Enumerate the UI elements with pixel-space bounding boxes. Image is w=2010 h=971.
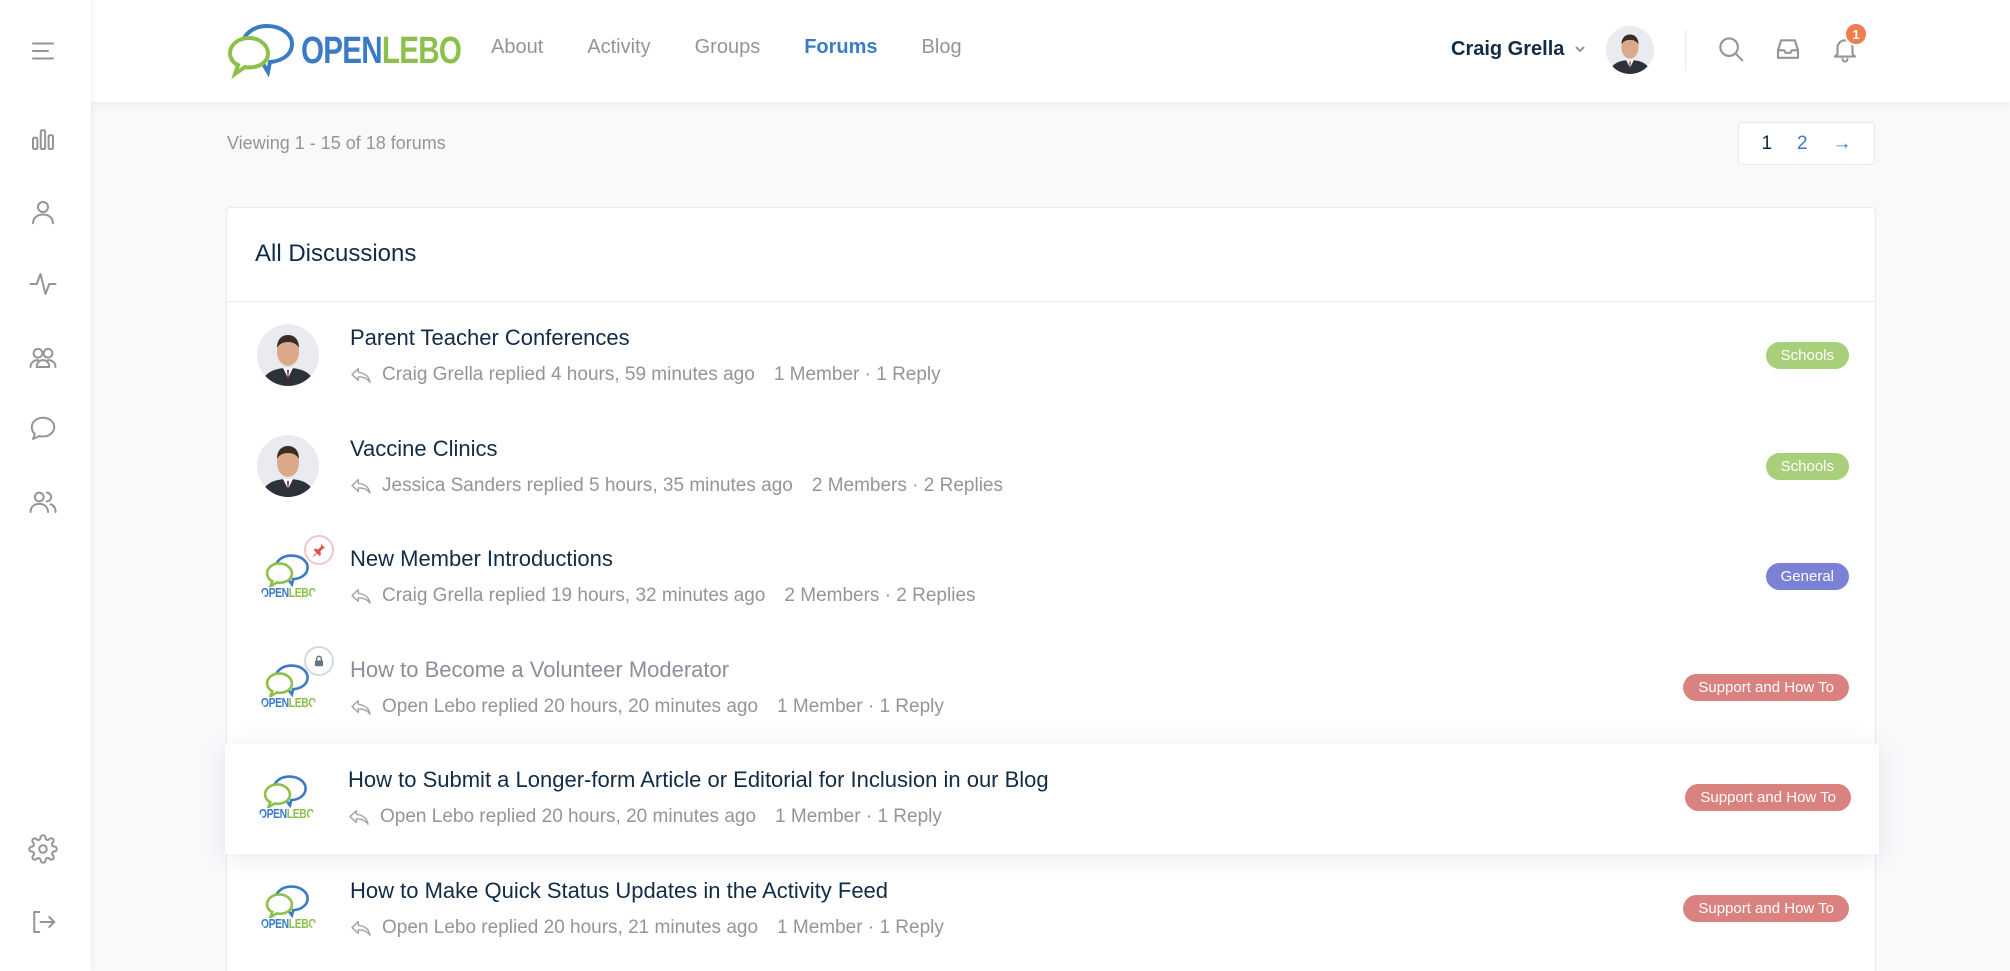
header-divider — [1685, 30, 1686, 70]
stats-icon[interactable] — [27, 123, 59, 155]
forum-tag[interactable]: Support and How To — [1683, 673, 1849, 701]
menu-icon[interactable] — [27, 35, 59, 67]
reply-icon — [350, 366, 372, 384]
nav-groups[interactable]: Groups — [695, 36, 761, 59]
activity-icon[interactable] — [27, 268, 59, 300]
last-reply-text[interactable]: Jessica Sanders replied 5 hours, 35 minu… — [382, 475, 793, 497]
discussion-meta: Craig Grella replied 19 hours, 32 minute… — [350, 585, 976, 607]
left-sidebar — [0, 0, 91, 971]
reply-icon — [350, 587, 372, 605]
groups-icon[interactable] — [27, 341, 59, 373]
discussion-row[interactable]: OPENLEBO How to Submit a Longer-form Arti… — [225, 744, 1879, 854]
reply-icon — [350, 919, 372, 937]
settings-icon[interactable] — [27, 833, 59, 865]
last-reply-text[interactable]: Craig Grella replied 19 hours, 32 minute… — [382, 585, 765, 607]
last-reply-text[interactable]: Open Lebo replied 20 hours, 20 minutes a… — [380, 806, 756, 828]
discussion-title[interactable]: How to Become a Volunteer Moderator — [350, 657, 729, 683]
forum-tag[interactable]: Schools — [1765, 342, 1849, 369]
discussion-row[interactable]: OPENLEBO How to Become a Volunteer Modera… — [227, 634, 1877, 744]
discussion-meta: Open Lebo replied 20 hours, 21 minutes a… — [350, 917, 944, 939]
logo-bubbles-icon — [227, 23, 295, 80]
discussions-card: All Discussions Parent Teacher Conferenc… — [225, 207, 1879, 971]
discussion-meta: Open Lebo replied 20 hours, 20 minutes a… — [350, 696, 944, 718]
discussion-meta: Craig Grella replied 4 hours, 59 minutes… — [350, 364, 941, 386]
lock-icon — [304, 645, 334, 676]
pinned-icon — [304, 535, 334, 565]
page-1: 1 — [1761, 132, 1773, 154]
forum-tag[interactable]: Schools — [1765, 452, 1849, 480]
inbox-icon[interactable] — [1773, 34, 1805, 66]
user-name[interactable]: Craig Grella — [1451, 38, 1564, 61]
nav-blog[interactable]: Blog — [922, 36, 962, 59]
last-reply-text[interactable]: Craig Grella replied 4 hours, 59 minutes… — [382, 364, 755, 386]
discussion-counts: 2 Members · 2 Replies — [811, 474, 1003, 496]
top-header: OPENLEBO About Activity Groups Forums Bl… — [91, 0, 2010, 102]
discussion-counts: 1 Member · 1 Reply — [775, 806, 942, 827]
site-logo[interactable]: OPENLEBO — [227, 22, 506, 80]
pagination: 1 2 → — [1738, 122, 1875, 165]
discussion-counts: 2 Members · 2 Replies — [784, 585, 976, 606]
discussion-avatar[interactable] — [257, 434, 319, 497]
notification-badge: 1 — [1844, 22, 1868, 46]
discussion-meta: Jessica Sanders replied 5 hours, 35 minu… — [350, 475, 1003, 497]
discussion-avatar[interactable] — [257, 324, 319, 386]
main-nav: About Activity Groups Forums Blog — [491, 36, 1006, 59]
discussion-title[interactable]: Vaccine Clinics — [350, 436, 498, 462]
discussion-row[interactable]: Parent Teacher Conferences Craig Grella r… — [227, 302, 1877, 412]
discussion-row[interactable]: OPENLEBO How to Make Quick Status Updates… — [227, 855, 1877, 965]
last-reply-text[interactable]: Open Lebo replied 20 hours, 21 minutes a… — [382, 917, 758, 939]
discussion-row[interactable]: OPENLEBO New Member Introductions Craig Gr… — [227, 523, 1877, 633]
reply-icon — [348, 808, 370, 826]
profile-icon[interactable] — [27, 196, 59, 228]
discussion-title[interactable]: How to Make Quick Status Updates in the … — [350, 878, 888, 904]
nav-activity[interactable]: Activity — [587, 36, 650, 59]
page-2-link[interactable]: 2 — [1797, 133, 1808, 155]
discussion-counts: 1 Member · 1 Reply — [777, 695, 944, 717]
discussion-counts: 1 Member · 1 Reply — [773, 364, 941, 385]
next-page-arrow[interactable]: → — [1833, 133, 1852, 155]
card-title: All Discussions — [255, 240, 417, 267]
discussion-row[interactable]: Vaccine Clinics Jessica Sanders replied 5… — [227, 413, 1877, 523]
discussion-title[interactable]: New Member Introductions — [350, 546, 613, 572]
discussion-title[interactable]: How to Submit a Longer-form Article or E… — [348, 767, 1049, 793]
last-reply-text[interactable]: Open Lebo replied 20 hours, 20 minutes a… — [382, 696, 758, 718]
reply-icon — [350, 698, 372, 716]
discussion-counts: 1 Member · 1 Reply — [777, 916, 944, 938]
user-avatar[interactable] — [1606, 26, 1654, 74]
discussion-meta: Open Lebo replied 20 hours, 20 minutes a… — [348, 806, 942, 828]
discussion-title[interactable]: Parent Teacher Conferences — [350, 325, 630, 351]
logout-icon[interactable] — [27, 906, 59, 938]
nav-forums[interactable]: Forums — [804, 36, 877, 59]
search-icon[interactable] — [1716, 34, 1748, 66]
discussion-avatar[interactable]: OPENLEBO — [255, 766, 317, 828]
logo-wordmark: OPENLEBO — [301, 29, 462, 72]
forums-icon[interactable] — [27, 413, 59, 445]
members-icon[interactable] — [27, 486, 59, 518]
nav-about[interactable]: About — [491, 36, 543, 59]
chevron-down-icon[interactable] — [1573, 42, 1587, 56]
forum-tag[interactable]: General — [1765, 563, 1849, 590]
forum-count-text: Viewing 1 - 15 of 18 forums — [227, 133, 446, 153]
forum-tag[interactable]: Support and How To — [1685, 784, 1851, 811]
discussion-avatar[interactable]: OPENLEBO — [257, 877, 319, 939]
forum-tag[interactable]: Support and How To — [1683, 894, 1849, 922]
reply-icon — [350, 477, 372, 495]
